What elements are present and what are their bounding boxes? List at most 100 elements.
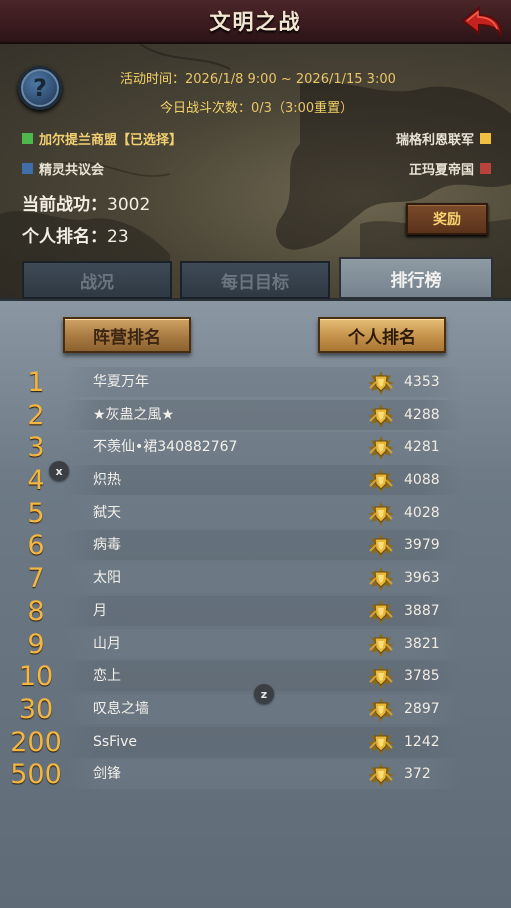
row-background	[62, 595, 462, 626]
player-name: 叹息之墙	[93, 700, 149, 717]
ranking-row[interactable]: 2 ★灰蛊之風★ 4288	[0, 399, 511, 432]
ranking-row[interactable]: 8 月 3887	[0, 595, 511, 628]
faction-label: 瑞格利恩联军	[395, 133, 474, 148]
player-name: 山月	[93, 635, 121, 652]
player-name: 剑锋	[93, 766, 121, 783]
player-name: 华夏万年	[93, 374, 149, 390]
merit-badge-icon	[366, 433, 396, 463]
player-name: 不羡仙•裙340882767	[93, 439, 238, 456]
ranking-row[interactable]: 7 太阳 3963	[0, 562, 511, 595]
faction-label: 正玛夏帝国	[408, 163, 474, 178]
row-background	[62, 465, 462, 496]
ranking-row[interactable]: 3 不羡仙•裙340882767 4281	[0, 431, 511, 464]
rank-number: 2	[27, 399, 45, 431]
tab-bar: 战况 每日目标 排行榜	[18, 257, 493, 299]
player-score: 3887	[404, 602, 440, 619]
faction-ranking-button[interactable]: 阵营排名	[63, 317, 191, 353]
floating-marker[interactable]: x	[49, 461, 69, 481]
faction-color-swatch	[480, 163, 491, 174]
page-title: 文明之战	[209, 10, 302, 34]
faction-zhengma[interactable]: 正玛夏帝国	[409, 159, 491, 178]
player-name: 月	[93, 602, 107, 619]
player-score: 4288	[404, 406, 440, 423]
player-score: 4353	[404, 374, 440, 390]
player-score: 4028	[404, 504, 440, 521]
faction-elven[interactable]: 精灵共议会	[22, 159, 104, 178]
tab-leaderboard[interactable]: 排行榜	[339, 257, 493, 299]
personal-ranking-button[interactable]: 个人排名	[318, 317, 446, 353]
floating-marker[interactable]: z	[254, 684, 274, 704]
ranking-list: 1 华夏万年 4353 2 ★灰蛊之風★ 4288 3 不羡仙•裙340882767 4281 4…	[0, 366, 511, 791]
question-mark-icon: ?	[33, 74, 47, 102]
faction-label: 精灵共议会	[39, 163, 105, 178]
ranking-row[interactable]: 6 病毒 3979	[0, 529, 511, 562]
faction-label: 加尔提兰商盟【已选择】	[39, 133, 183, 148]
rank-label: 个人排名：	[22, 227, 107, 247]
merit-badge-icon	[366, 662, 396, 692]
rank-number: 7	[27, 563, 45, 595]
player-name: 弑天	[93, 504, 121, 521]
event-time-value: 2026/1/8 9:00 ~ 2026/1/15 3:00	[185, 72, 396, 87]
player-name: 太阳	[93, 570, 121, 587]
merit-badge-icon	[366, 564, 396, 594]
row-background	[62, 530, 462, 561]
merit-badge-icon	[366, 401, 396, 431]
battle-count: 今日战斗次数：0/3（3:00重置）	[160, 97, 353, 116]
rank-number: 1	[27, 367, 45, 398]
event-time: 活动时间：2026/1/8 9:00 ~ 2026/1/15 3:00	[120, 68, 396, 87]
title-bar: 文明之战	[0, 0, 511, 44]
tab-daily-goals[interactable]: 每日目标	[180, 261, 330, 299]
merit-badge-icon	[366, 760, 396, 790]
row-background	[62, 759, 462, 790]
personal-rank: 个人排名：23	[22, 222, 129, 247]
reward-button[interactable]: 奖励	[406, 203, 488, 235]
faction-color-swatch	[480, 133, 491, 144]
rank-number: 6	[27, 530, 45, 562]
merit-badge-icon	[366, 466, 396, 496]
rank-value: 23	[107, 227, 129, 247]
player-name: ★灰蛊之風★	[93, 406, 175, 423]
rank-number: 5	[27, 497, 45, 529]
player-score: 372	[404, 766, 431, 783]
player-name: 恋上	[93, 668, 121, 685]
ranking-row[interactable]: 4 炽热 4088	[0, 464, 511, 497]
rank-number: 200	[10, 726, 62, 758]
player-score: 3785	[404, 668, 440, 685]
help-button[interactable]: ?	[18, 66, 62, 110]
tab-battle-status[interactable]: 战况	[22, 261, 172, 299]
merit-badge-icon	[366, 368, 396, 398]
faction-galtiran[interactable]: 加尔提兰商盟【已选择】	[22, 129, 182, 148]
player-name: 病毒	[93, 537, 121, 554]
merit-label: 当前战功：	[22, 195, 107, 215]
faction-color-swatch	[22, 163, 33, 174]
ranking-row[interactable]: 1 华夏万年 4353	[0, 366, 511, 399]
merit-badge-icon	[366, 728, 396, 758]
player-score: 1242	[404, 733, 440, 750]
rank-number: 10	[18, 661, 54, 693]
merit-badge-icon	[366, 531, 396, 561]
merit-badge-icon	[366, 695, 396, 725]
ranking-row[interactable]: 9 山月 3821	[0, 628, 511, 661]
merit-value: 3002	[107, 195, 151, 215]
row-background	[62, 628, 462, 659]
faction-color-swatch	[22, 133, 33, 144]
battle-count-value: 0/3（3:00	[251, 101, 315, 116]
player-name: SsFive	[93, 733, 138, 750]
merit-badge-icon	[366, 630, 396, 660]
current-merit: 当前战功：3002	[22, 190, 150, 215]
row-background	[62, 563, 462, 594]
merit-badge-icon	[366, 597, 396, 627]
ranking-row[interactable]: 5 弑天 4028	[0, 497, 511, 530]
back-arrow-icon[interactable]	[457, 3, 505, 41]
faction-regalion[interactable]: 瑞格利恩联军	[396, 129, 491, 148]
player-name: 炽热	[93, 472, 121, 489]
player-score: 3979	[404, 537, 440, 554]
event-time-label: 活动时间：	[120, 72, 186, 87]
reset-link[interactable]: 重置	[314, 101, 340, 116]
ranking-row[interactable]: 200 SsFive 1242	[0, 726, 511, 759]
rank-number: 500	[10, 759, 62, 791]
battle-count-close: ）	[340, 101, 354, 116]
player-score: 2897	[404, 700, 440, 717]
player-score: 3821	[404, 635, 440, 652]
ranking-row[interactable]: 500 剑锋 372	[0, 758, 511, 791]
